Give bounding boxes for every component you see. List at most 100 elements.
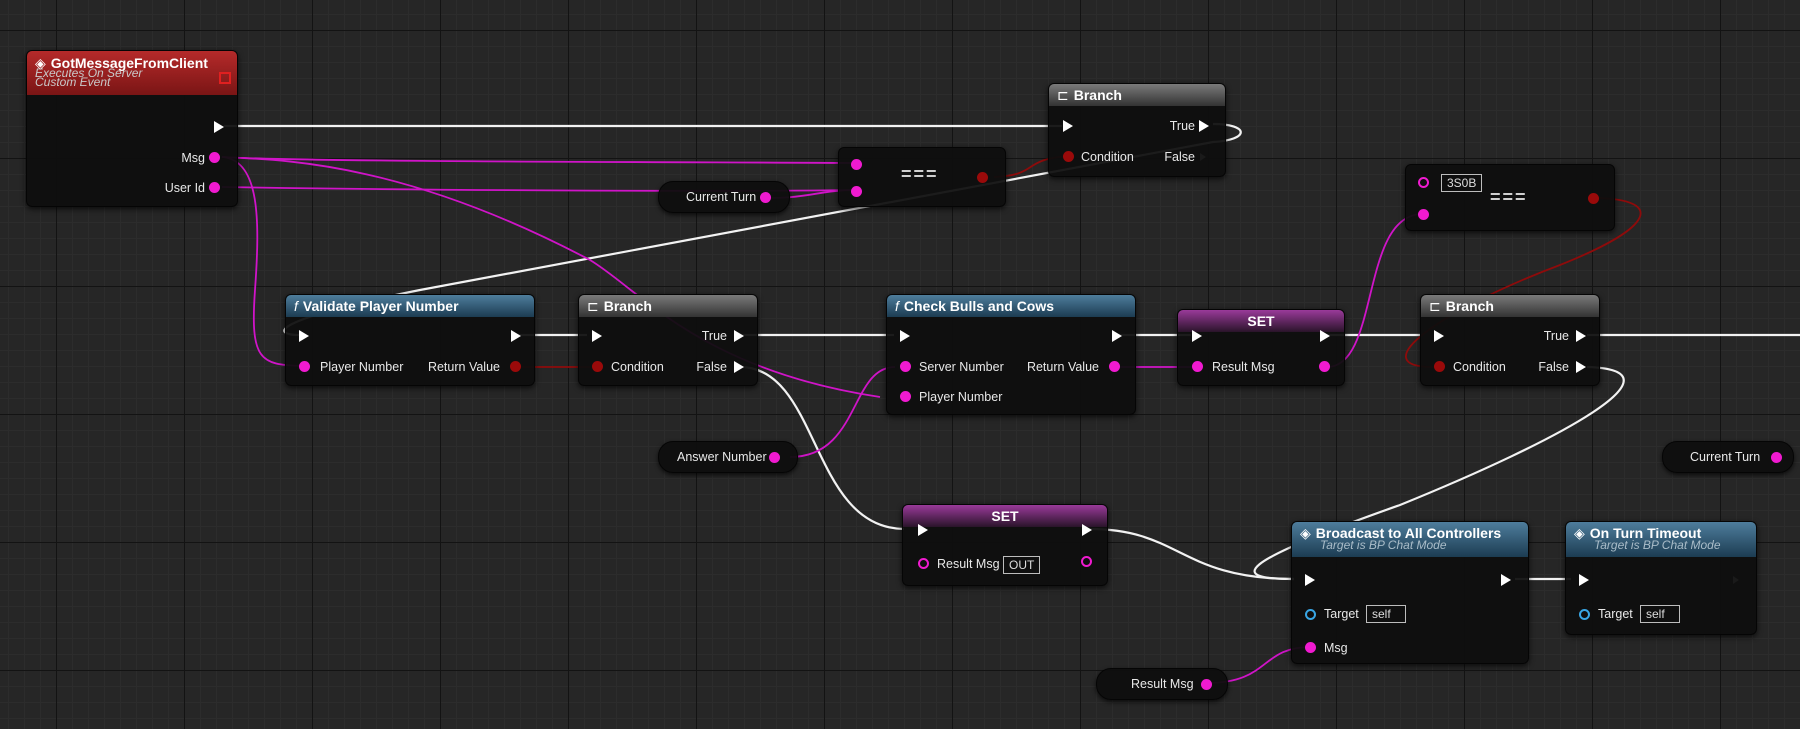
literal-string-pin[interactable] — [1418, 177, 1429, 188]
result-msg-var-label: Result Msg — [1131, 677, 1194, 691]
exec-in-pin[interactable] — [592, 330, 602, 342]
exec-out-pin[interactable] — [1082, 524, 1092, 536]
exec-out-pin[interactable] — [1732, 574, 1742, 586]
equal-node-top[interactable]: === — [838, 147, 1006, 207]
branch-node-header: ⊏ Branch — [1421, 295, 1599, 317]
result-msg-label: Result Msg — [937, 557, 1000, 571]
check-node-title: Check Bulls and Cows — [903, 298, 1055, 314]
true-exec-pin[interactable] — [1576, 330, 1586, 342]
condition-pin[interactable] — [1434, 361, 1445, 372]
exec-out-pin[interactable] — [214, 121, 224, 133]
exec-in-pin[interactable] — [1579, 574, 1589, 586]
false-pin-label: False — [1164, 150, 1195, 164]
condition-pin-label: Condition — [611, 360, 664, 374]
exec-in-pin[interactable] — [900, 330, 910, 342]
exec-in-pin[interactable] — [299, 330, 309, 342]
branch-node-right[interactable]: ⊏ Branch True Condition False — [1420, 294, 1600, 386]
branch-icon: ⊏ — [1057, 87, 1069, 103]
current-turn-variable-1[interactable]: Current Turn — [658, 181, 790, 213]
return-value-out-pin[interactable] — [1109, 361, 1120, 372]
breakpoint-icon[interactable] — [219, 72, 231, 84]
result-msg-label: Result Msg — [1212, 360, 1275, 374]
player-number-in-pin[interactable] — [299, 361, 310, 372]
current-turn-out-pin-2[interactable] — [1771, 452, 1782, 463]
branch-node-title: Branch — [1073, 87, 1122, 103]
result-msg-out-pin[interactable] — [1319, 361, 1330, 372]
msg-pin-label: Msg — [181, 151, 205, 165]
player-number-in-pin[interactable] — [900, 391, 911, 402]
literal-string-value[interactable]: 3S0B — [1441, 174, 1483, 192]
function-icon: f — [294, 298, 298, 314]
answer-number-out-pin[interactable] — [769, 452, 780, 463]
target-pin[interactable] — [1305, 609, 1316, 620]
server-number-label: Server Number — [919, 360, 1004, 374]
event-diamond-icon: ◈ — [1300, 525, 1311, 541]
target-pin[interactable] — [1579, 609, 1590, 620]
check-node-header: f Check Bulls and Cows — [887, 295, 1135, 317]
result-msg-in-pin[interactable] — [1192, 361, 1203, 372]
true-pin-label: True — [701, 329, 727, 343]
true-pin-label: True — [1543, 329, 1569, 343]
result-msg-in-pin[interactable] — [918, 558, 929, 569]
true-pin-label: True — [1169, 119, 1195, 133]
check-bulls-and-cows-node[interactable]: f Check Bulls and Cows Server Number Retu… — [886, 294, 1136, 415]
player-number-label: Player Number — [919, 390, 1003, 404]
branch-node-middle[interactable]: ⊏ Branch True Condition False — [578, 294, 758, 386]
result-msg-variable[interactable]: Result Msg — [1096, 668, 1228, 700]
answer-number-label: Answer Number — [677, 450, 767, 464]
msg-in-pin[interactable] — [1305, 642, 1316, 653]
exec-in-pin[interactable] — [1434, 330, 1444, 342]
exec-in-pin[interactable] — [1305, 574, 1315, 586]
validate-node-title: Validate Player Number — [302, 298, 459, 314]
return-value-label: Return Value — [1026, 360, 1099, 374]
target-value[interactable]: self — [1640, 605, 1680, 623]
equal-output-pin[interactable] — [1588, 193, 1599, 204]
validate-player-number-node[interactable]: f Validate Player Number Player Number Re… — [285, 294, 535, 386]
return-value-out-pin[interactable] — [510, 361, 521, 372]
user-id-pin[interactable] — [209, 182, 220, 193]
exec-out-pin[interactable] — [1320, 330, 1330, 342]
exec-in-pin[interactable] — [1063, 120, 1073, 132]
result-msg-var-out-pin[interactable] — [1201, 679, 1212, 690]
result-msg-literal[interactable]: OUT — [1003, 556, 1041, 574]
true-exec-pin[interactable] — [1199, 120, 1209, 132]
target-label: Target — [1324, 607, 1359, 621]
branch-icon: ⊏ — [587, 298, 599, 314]
branch-node-title: Branch — [603, 298, 652, 314]
equal-input-b-pin[interactable] — [1418, 209, 1429, 220]
set-result-msg-out-node[interactable]: SET Result Msg OUT — [902, 504, 1108, 586]
condition-pin[interactable] — [1063, 151, 1074, 162]
equal-output-pin[interactable] — [977, 172, 988, 183]
branch-node-top[interactable]: ⊏ Branch True Condition False — [1048, 83, 1226, 177]
turn-timeout-node-subtitle: Target is BP Chat Mode — [1594, 538, 1721, 552]
target-value[interactable]: self — [1366, 605, 1406, 623]
condition-pin-label: Condition — [1453, 360, 1506, 374]
current-turn-out-pin-1[interactable] — [760, 192, 771, 203]
condition-pin[interactable] — [592, 361, 603, 372]
equal-symbol: === — [901, 164, 939, 184]
current-turn-variable-2[interactable]: Current Turn — [1662, 441, 1794, 473]
event-node-got-message-from-client[interactable]: ◈ GotMessageFromClient Executes On Server… — [26, 50, 238, 207]
equal-input-a-pin[interactable] — [851, 159, 862, 170]
set-node-header: SET — [903, 505, 1107, 527]
branch-node-title: Branch — [1445, 298, 1494, 314]
msg-pin[interactable] — [209, 152, 220, 163]
turn-timeout-node-header: ◈ On Turn Timeout Target is BP Chat Mode — [1566, 522, 1756, 557]
answer-number-variable[interactable]: Answer Number — [658, 441, 798, 473]
equal-input-b-pin[interactable] — [851, 186, 862, 197]
exec-out-pin[interactable] — [1501, 574, 1511, 586]
equal-node-right[interactable]: 3S0B === — [1405, 164, 1615, 231]
result-msg-out-pin[interactable] — [1081, 556, 1092, 567]
set-result-msg-node[interactable]: SET Result Msg — [1177, 309, 1345, 386]
exec-out-pin[interactable] — [511, 330, 521, 342]
exec-out-pin[interactable] — [1112, 330, 1122, 342]
server-number-in-pin[interactable] — [900, 361, 911, 372]
false-exec-pin[interactable] — [734, 361, 744, 373]
exec-in-pin[interactable] — [1192, 330, 1202, 342]
false-exec-pin[interactable] — [1576, 361, 1586, 373]
true-exec-pin[interactable] — [734, 330, 744, 342]
broadcast-to-all-controllers-node[interactable]: ◈ Broadcast to All Controllers Target is … — [1291, 521, 1529, 664]
false-exec-pin[interactable] — [1199, 151, 1209, 163]
on-turn-timeout-node[interactable]: ◈ On Turn Timeout Target is BP Chat Mode … — [1565, 521, 1757, 635]
exec-in-pin[interactable] — [918, 524, 928, 536]
